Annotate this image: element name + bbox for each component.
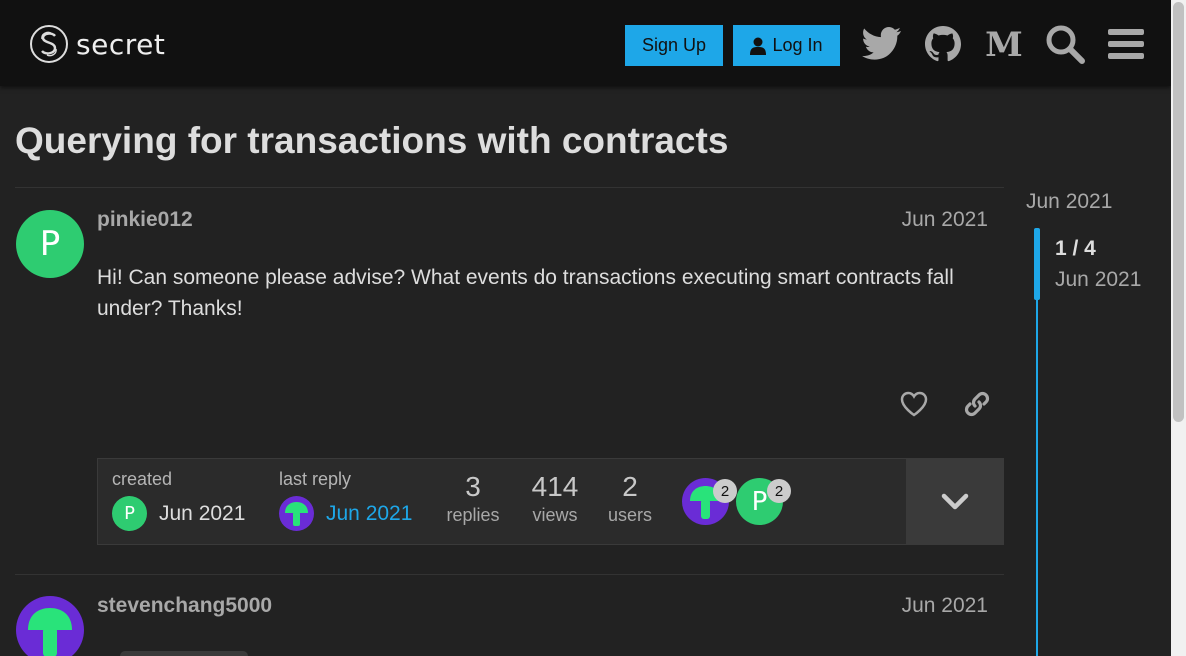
avatar-letter: P: [124, 503, 135, 524]
users-stat: 2 users: [600, 471, 660, 526]
logo-text: secret: [76, 27, 166, 61]
log-in-button[interactable]: Log In: [733, 25, 840, 66]
post-date[interactable]: Jun 2021: [902, 594, 988, 618]
twitter-icon[interactable]: [860, 22, 904, 66]
divider: [15, 187, 1004, 188]
views-stat: 414 views: [525, 471, 585, 526]
created-date: Jun 2021: [159, 501, 246, 525]
svg-text:M: M: [985, 28, 1023, 60]
replies-label: replies: [446, 505, 500, 525]
replies-count: 3: [465, 471, 481, 502]
replies-stat: 3 replies: [443, 471, 503, 526]
timeline-start-date[interactable]: Jun 2021: [1026, 190, 1112, 214]
github-icon[interactable]: [921, 22, 965, 66]
topic-title[interactable]: Querying for transactions with contracts: [15, 120, 728, 162]
created-label: created: [112, 469, 173, 489]
participant-post-count: 2: [713, 479, 737, 503]
post-username[interactable]: stevenchang5000: [97, 594, 272, 618]
mushroom-avatar-icon[interactable]: [279, 496, 314, 531]
last-reply-section[interactable]: last reply Jun 2021: [279, 469, 412, 531]
secret-logo-icon: [30, 25, 68, 63]
user-icon: [750, 37, 767, 55]
timeline-position: 1 / 4: [1055, 237, 1096, 260]
share-link-icon[interactable]: [959, 386, 995, 422]
quote-pill[interactable]: [120, 651, 248, 656]
participant-post-count: 2: [767, 479, 791, 503]
post-date[interactable]: Jun 2021: [902, 208, 988, 232]
search-icon[interactable]: [1043, 22, 1087, 66]
views-count: 414: [531, 471, 579, 502]
sign-up-button[interactable]: Sign Up: [625, 25, 723, 66]
medium-icon[interactable]: M: [982, 22, 1026, 66]
timeline-scroll-handle[interactable]: [1034, 228, 1040, 300]
avatar[interactable]: P: [16, 210, 84, 278]
post-username[interactable]: pinkie012: [97, 208, 193, 232]
expand-topic-map-button[interactable]: [906, 459, 1003, 544]
page: secret Sign Up Log In M Querying for tra…: [0, 0, 1186, 656]
log-in-label: Log In: [772, 35, 823, 55]
divider: [15, 574, 1004, 575]
topic-map: created P Jun 2021 last reply Jun 2021 3…: [97, 458, 1004, 545]
users-count: 2: [622, 471, 638, 502]
post-body: Hi! Can someone please advise? What even…: [97, 266, 954, 320]
like-heart-icon[interactable]: [896, 386, 932, 422]
avatar[interactable]: P: [112, 496, 147, 531]
views-label: views: [532, 505, 578, 525]
site-logo[interactable]: secret: [30, 25, 165, 63]
site-header: secret Sign Up Log In M: [0, 0, 1171, 86]
page-scrollbar[interactable]: [1171, 0, 1186, 656]
chevron-down-icon: [941, 493, 968, 509]
scrollbar-thumb[interactable]: [1173, 2, 1184, 422]
users-label: users: [607, 505, 652, 525]
last-reply-label: last reply: [279, 469, 352, 489]
hamburger-menu-icon[interactable]: [1104, 22, 1148, 66]
created-section: created P Jun 2021: [112, 469, 245, 531]
last-reply-date[interactable]: Jun 2021: [326, 502, 412, 526]
mushroom-avatar-icon[interactable]: [16, 596, 84, 656]
avatar-letter: P: [751, 486, 768, 517]
timeline-position-date: Jun 2021: [1055, 268, 1142, 291]
avatar-letter: P: [39, 224, 61, 264]
